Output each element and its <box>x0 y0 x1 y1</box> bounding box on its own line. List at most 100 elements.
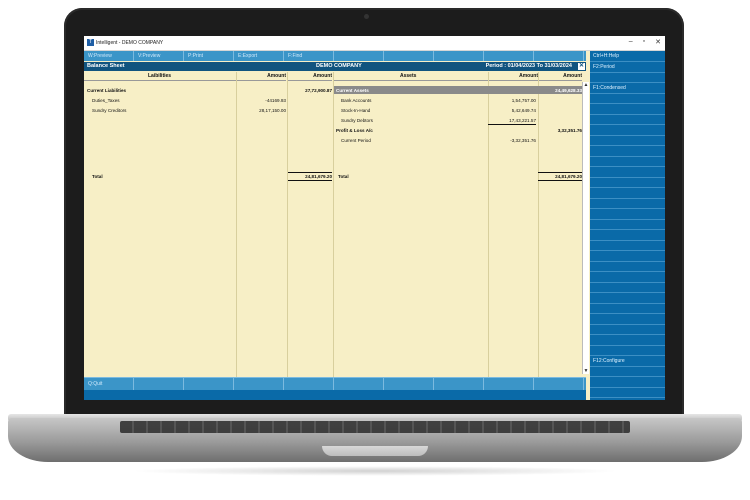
sidebar-button-empty[interactable] <box>590 114 665 125</box>
vertical-scrollbar[interactable]: ▲ ▼ <box>582 82 589 374</box>
asset-item-amount: 5,42,649.74 <box>511 108 536 113</box>
bottom-button-empty[interactable] <box>184 378 234 390</box>
sidebar-button-empty[interactable] <box>590 177 665 188</box>
liability-item-label[interactable]: Sundry Creditors <box>92 107 126 114</box>
laptop-keyboard <box>120 421 630 433</box>
sidebar-button-empty[interactable] <box>590 282 665 293</box>
assets-total-label: Total <box>338 174 349 179</box>
status-strip <box>84 390 586 400</box>
laptop-shadow <box>130 466 620 476</box>
liabilities-group-total: 27,72,900.87 <box>305 88 332 93</box>
asset-item-amount: 17,43,221.57 <box>488 117 536 125</box>
col-header-amount-3: Amount <box>488 72 538 81</box>
bottom-button-empty[interactable] <box>334 378 384 390</box>
sidebar-button-empty[interactable] <box>590 377 665 388</box>
col-header-amount-4: Amount <box>538 72 582 81</box>
bottom-button-empty[interactable] <box>434 378 484 390</box>
profit-loss-group-label[interactable]: Profit & Loss A/c <box>336 127 373 134</box>
asset-item-amount: 1,54,757.00 <box>511 98 536 103</box>
report-header: Balance Sheet DEMO COMPANY Period : 01/0… <box>84 62 586 71</box>
period-button[interactable]: F2:Period <box>590 62 665 73</box>
sidebar-button-empty[interactable] <box>590 303 665 314</box>
liabilities-total-amount: 24,81,679.20 <box>288 172 332 181</box>
bottom-button-empty[interactable] <box>484 378 534 390</box>
report-close-icon[interactable]: ✕ <box>578 63 585 70</box>
sidebar-button-empty[interactable] <box>590 387 665 398</box>
sidebar-button-empty[interactable] <box>590 293 665 304</box>
liability-item-amount: -44169.93 <box>265 98 286 103</box>
bottom-button-empty[interactable] <box>234 378 284 390</box>
toolbar-button-empty[interactable] <box>484 51 534 61</box>
asset-item-label[interactable]: Bank Accounts <box>341 97 371 104</box>
profit-loss-total: 3,32,351.76 <box>557 128 582 133</box>
sidebar-button-empty[interactable] <box>590 230 665 241</box>
sidebar-button-empty[interactable] <box>590 209 665 220</box>
sidebar-button-empty[interactable] <box>590 146 665 157</box>
help-button[interactable]: Ctrl+H:Help <box>590 51 665 62</box>
bottom-button-bar: Q:Quit <box>84 377 586 390</box>
sidebar-button-empty[interactable] <box>590 335 665 346</box>
maximize-icon[interactable]: ▫ <box>643 38 645 46</box>
sidebar-button-empty[interactable] <box>590 135 665 146</box>
asset-item-label[interactable]: Stock-In-Hand <box>341 107 370 114</box>
toolbar-button-export[interactable]: E:Export <box>234 51 284 61</box>
sidebar-button-empty[interactable] <box>590 324 665 335</box>
column-divider <box>538 72 539 400</box>
pl-item-label[interactable]: Current Period <box>341 137 371 144</box>
sidebar-button-empty[interactable] <box>590 167 665 178</box>
liability-item-amount: 28,17,150.00 <box>259 108 286 113</box>
asset-item-label[interactable]: Sundry Debtors <box>341 117 373 124</box>
sidebar-button-empty[interactable] <box>590 93 665 104</box>
sidebar-button-empty[interactable] <box>590 251 665 262</box>
scroll-up-icon[interactable]: ▲ <box>583 82 589 88</box>
sidebar-button-empty[interactable] <box>590 366 665 377</box>
toolbar-button-empty[interactable] <box>334 51 384 61</box>
toolbar-button-find[interactable]: F:Find <box>284 51 334 61</box>
right-button-panel: Ctrl+H:Help F2:Period F1:Condensed F12:Conf… <box>590 51 665 400</box>
bottom-button-empty[interactable] <box>284 378 334 390</box>
sidebar-button-empty[interactable] <box>590 198 665 209</box>
company-name: DEMO COMPANY <box>316 63 362 69</box>
column-divider <box>333 72 334 400</box>
close-icon[interactable]: ✕ <box>655 38 661 46</box>
column-divider <box>236 72 237 400</box>
sidebar-button-empty[interactable] <box>590 219 665 230</box>
col-header-amount-2: Amount <box>288 72 332 81</box>
assets-total-amount: 24,81,679.20 <box>538 172 582 181</box>
liabilities-total-label: Total <box>92 174 103 179</box>
configure-button[interactable]: F12:Configure <box>590 356 665 367</box>
bottom-button-empty[interactable] <box>534 378 584 390</box>
report-name: Balance Sheet <box>87 63 125 69</box>
sidebar-button-empty[interactable] <box>590 345 665 356</box>
toolbar-button-print[interactable]: P:Print <box>184 51 234 61</box>
bottom-button-empty[interactable] <box>384 378 434 390</box>
liability-item-label[interactable]: Duties_Taxes <box>92 97 120 104</box>
toolbar-button-empty[interactable] <box>434 51 484 61</box>
window-titlebar: T Intelligent - DEMO COMPANY – ▫ ✕ <box>84 36 665 51</box>
toolbar-button-empty[interactable] <box>534 51 584 61</box>
minimize-icon[interactable]: – <box>629 38 633 46</box>
bottom-button-empty[interactable] <box>134 378 184 390</box>
sidebar-button-empty[interactable] <box>590 272 665 283</box>
assets-group-label[interactable]: Current Assets <box>336 87 369 94</box>
sidebar-button-empty[interactable] <box>590 188 665 199</box>
condensed-button[interactable]: F1:Condensed <box>590 83 665 94</box>
toolbar-button-v[interactable]: V:Preview <box>134 51 184 61</box>
sidebar-button-empty[interactable] <box>590 314 665 325</box>
quit-button[interactable]: Q:Quit <box>84 378 134 390</box>
toolbar-button-w[interactable]: W:Preview <box>84 51 134 61</box>
sidebar-button-empty[interactable] <box>590 156 665 167</box>
sidebar-button-empty[interactable] <box>590 261 665 272</box>
toolbar-button-empty[interactable] <box>384 51 434 61</box>
assets-group-total: 24,49,628.33 <box>555 88 582 93</box>
col-header-liabilities: Laibilities <box>84 72 236 81</box>
webcam <box>364 14 369 19</box>
sidebar-button-empty[interactable] <box>590 240 665 251</box>
liabilities-group-label[interactable]: Current Liabilities <box>87 87 126 94</box>
sidebar-button-empty[interactable] <box>590 125 665 136</box>
sidebar-button-empty[interactable] <box>590 104 665 115</box>
sidebar-button-empty[interactable] <box>590 72 665 83</box>
top-button-bar: W:Preview V:Preview P:Print E:Export F:F… <box>84 51 586 61</box>
scroll-down-icon[interactable]: ▼ <box>583 368 589 374</box>
column-divider <box>287 72 288 400</box>
